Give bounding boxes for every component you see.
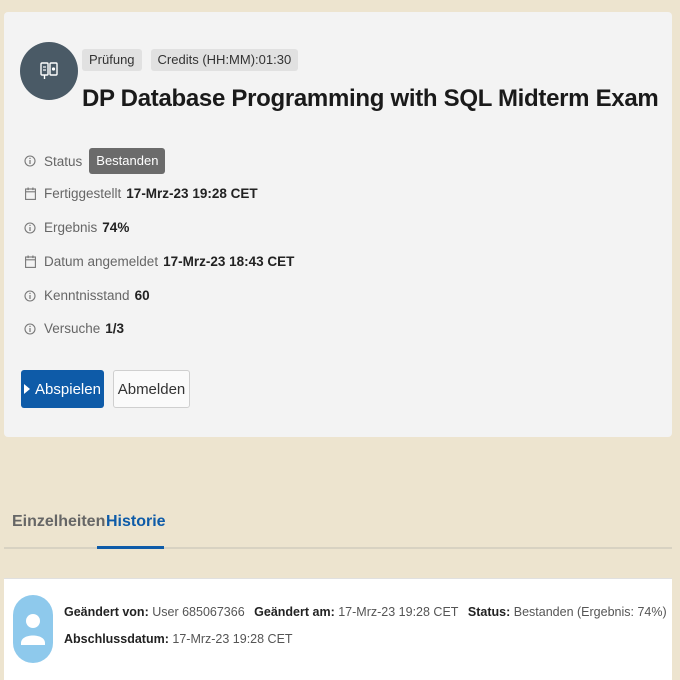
changed-at-value: 17-Mrz-23 19:28 CET bbox=[338, 605, 459, 619]
changed-by-value: User 685067366 bbox=[152, 605, 245, 619]
completed-value: 17-Mrz-23 19:28 CET bbox=[126, 186, 258, 201]
unregister-button[interactable]: Abmelden bbox=[113, 370, 190, 408]
history-line-1: Geändert von: User 685067366 Geändert am… bbox=[64, 605, 667, 619]
result-label: Ergebnis bbox=[44, 220, 98, 235]
result-value: 74% bbox=[102, 220, 130, 235]
changed-at-label: Geändert am: bbox=[254, 605, 335, 619]
completed-label: Fertiggestellt bbox=[44, 186, 122, 201]
history-line-2: Abschlussdatum: 17-Mrz-23 19:28 CET bbox=[64, 632, 293, 646]
play-icon bbox=[24, 381, 31, 398]
completion-value: 17-Mrz-23 19:28 CET bbox=[172, 632, 293, 646]
active-tab-indicator bbox=[97, 546, 164, 549]
registered-value: 17-Mrz-23 18:43 CET bbox=[163, 254, 295, 269]
info-icon bbox=[24, 322, 36, 336]
proficiency-label: Kenntnisstand bbox=[44, 288, 130, 303]
course-title: DP Database Programming with SQL Midterm… bbox=[82, 85, 659, 112]
calendar-icon bbox=[24, 187, 36, 201]
play-button[interactable]: Abspielen bbox=[21, 370, 104, 408]
calendar-icon bbox=[24, 255, 36, 269]
tab-details[interactable]: Einzelheiten bbox=[12, 513, 105, 531]
attempts-label: Versuche bbox=[44, 321, 101, 336]
completion-label: Abschlussdatum: bbox=[64, 632, 169, 646]
meta-status: Status Bestanden bbox=[24, 148, 166, 174]
course-card: Prüfung Credits (HH:MM):01:30 DP Databas… bbox=[4, 12, 672, 437]
credits-badge: Credits (HH:MM):01:30 bbox=[150, 49, 299, 71]
registered-label: Datum angemeldet bbox=[44, 254, 159, 269]
meta-proficiency: Kenntnisstand 60 bbox=[24, 288, 150, 303]
info-icon bbox=[24, 154, 36, 168]
exam-icon bbox=[20, 42, 78, 100]
tab-bar: Einzelheiten Historie bbox=[4, 503, 672, 549]
user-avatar-icon bbox=[13, 595, 53, 663]
play-button-label: Abspielen bbox=[35, 380, 101, 398]
history-status-label: Status: bbox=[467, 605, 511, 619]
meta-registered: Datum angemeldet 17-Mrz-23 18:43 CET bbox=[24, 254, 294, 269]
meta-result: Ergebnis 74% bbox=[24, 220, 129, 235]
meta-attempts: Versuche 1/3 bbox=[24, 321, 124, 336]
meta-completed: Fertiggestellt 17-Mrz-23 19:28 CET bbox=[24, 186, 258, 201]
changed-by-label: Geändert von: bbox=[64, 605, 149, 619]
history-entry: Geändert von: User 685067366 Geändert am… bbox=[4, 578, 672, 680]
proficiency-value: 60 bbox=[134, 288, 150, 303]
course-badges: Prüfung Credits (HH:MM):01:30 bbox=[82, 49, 299, 71]
info-icon bbox=[24, 289, 36, 303]
status-label: Status bbox=[44, 153, 83, 169]
info-icon bbox=[24, 221, 36, 235]
attempts-value: 1/3 bbox=[105, 321, 125, 336]
tab-history[interactable]: Historie bbox=[106, 513, 166, 531]
type-badge: Prüfung bbox=[82, 49, 142, 71]
history-status-value: Bestanden (Ergebnis: 74%) bbox=[513, 605, 667, 619]
status-badge: Bestanden bbox=[89, 148, 166, 174]
unregister-button-label: Abmelden bbox=[117, 380, 186, 398]
